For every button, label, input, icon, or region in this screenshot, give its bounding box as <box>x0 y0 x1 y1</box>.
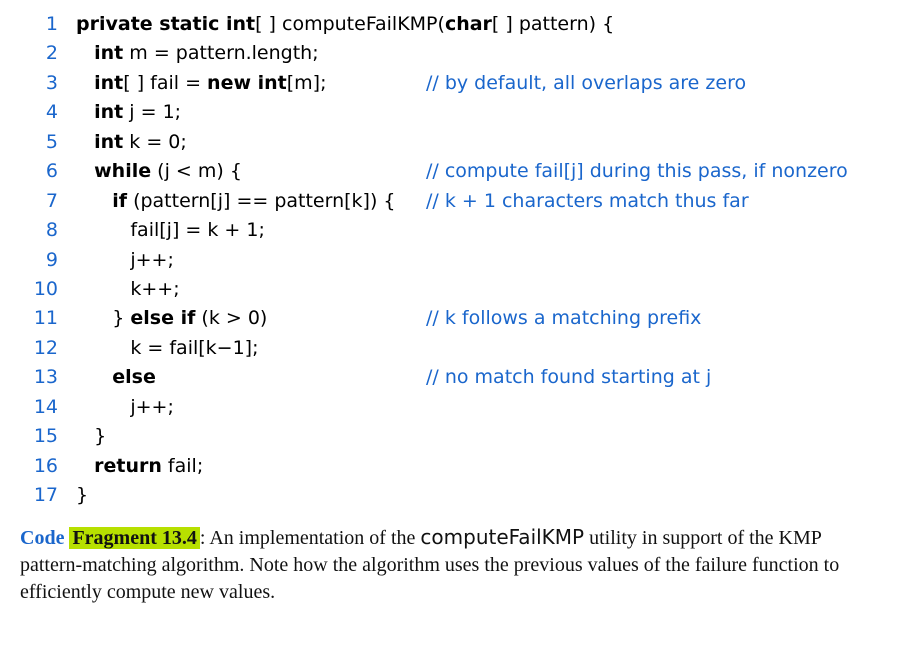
line-number: 16 <box>20 452 76 481</box>
code-comment: // k follows a matching prefix <box>426 304 701 333</box>
code-text: k = fail[k−1]; <box>76 334 426 363</box>
line-number: 4 <box>20 98 76 127</box>
code-text: if (pattern[j] == pattern[k]) { <box>76 187 426 216</box>
code-text: j++; <box>76 393 426 422</box>
line-number: 1 <box>20 10 76 39</box>
line-number: 3 <box>20 69 76 98</box>
code-text: int j = 1; <box>76 98 426 127</box>
line-number: 6 <box>20 157 76 186</box>
caption-fragment-number: Fragment 13.4 <box>69 527 199 549</box>
code-text: j++; <box>76 246 426 275</box>
line-number: 14 <box>20 393 76 422</box>
caption-colon: : <box>200 527 209 549</box>
code-comment: // compute fail[j] during this pass, if … <box>426 157 848 186</box>
code-text: fail[j] = k + 1; <box>76 216 426 245</box>
code-listing: 1private static int[ ] computeFailKMP(ch… <box>20 10 882 510</box>
code-line: 9 j++; <box>20 246 882 275</box>
code-comment: // k + 1 characters match thus far <box>426 187 749 216</box>
code-line: 16 return fail; <box>20 452 882 481</box>
caption-code-name: computeFailKMP <box>420 525 584 549</box>
code-line: 14 j++; <box>20 393 882 422</box>
code-line: 7 if (pattern[j] == pattern[k]) {// k + … <box>20 187 882 216</box>
code-text: int m = pattern.length; <box>76 39 426 68</box>
code-text: int k = 0; <box>76 128 426 157</box>
code-caption: Code Fragment 13.4: An implementation of… <box>20 524 882 606</box>
code-text: } else if (k > 0) <box>76 304 426 333</box>
line-number: 5 <box>20 128 76 157</box>
code-text: return fail; <box>76 452 426 481</box>
code-text: } <box>76 481 426 510</box>
line-number: 11 <box>20 304 76 333</box>
caption-label: Code <box>20 527 69 549</box>
line-number: 9 <box>20 246 76 275</box>
code-line: 13 else// no match found starting at j <box>20 363 882 392</box>
code-line: 17} <box>20 481 882 510</box>
code-line: 5 int k = 0; <box>20 128 882 157</box>
code-text: private static int[ ] computeFailKMP(cha… <box>76 10 426 39</box>
code-line: 10 k++; <box>20 275 882 304</box>
line-number: 8 <box>20 216 76 245</box>
code-line: 1private static int[ ] computeFailKMP(ch… <box>20 10 882 39</box>
code-text: } <box>76 422 426 451</box>
code-comment: // no match found starting at j <box>426 363 711 392</box>
line-number: 12 <box>20 334 76 363</box>
code-text: else <box>76 363 426 392</box>
code-text: while (j < m) { <box>76 157 426 186</box>
code-line: 8 fail[j] = k + 1; <box>20 216 882 245</box>
line-number: 10 <box>20 275 76 304</box>
code-text: int[ ] fail = new int[m]; <box>76 69 426 98</box>
code-line: 11 } else if (k > 0)// k follows a match… <box>20 304 882 333</box>
code-line: 3 int[ ] fail = new int[m];// by default… <box>20 69 882 98</box>
line-number: 2 <box>20 39 76 68</box>
code-line: 12 k = fail[k−1]; <box>20 334 882 363</box>
code-line: 4 int j = 1; <box>20 98 882 127</box>
caption-text-1: An implementation of the <box>209 527 420 549</box>
code-comment: // by default, all overlaps are zero <box>426 69 746 98</box>
code-text: k++; <box>76 275 426 304</box>
line-number: 17 <box>20 481 76 510</box>
code-line: 15 } <box>20 422 882 451</box>
line-number: 13 <box>20 363 76 392</box>
line-number: 15 <box>20 422 76 451</box>
code-line: 2 int m = pattern.length; <box>20 39 882 68</box>
code-line: 6 while (j < m) {// compute fail[j] duri… <box>20 157 882 186</box>
line-number: 7 <box>20 187 76 216</box>
